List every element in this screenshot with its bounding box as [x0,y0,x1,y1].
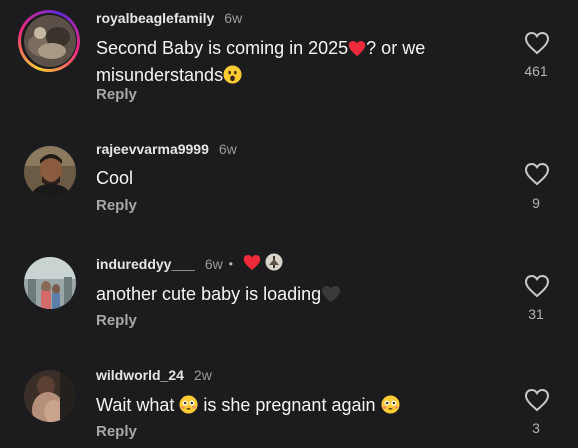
comment-text: Second Baby is coming in 2025? or we mis… [96,36,506,90]
comment-text: Wait what is she pregnant again [96,393,506,420]
reply-button[interactable]: Reply [96,197,137,214]
reply-button[interactable]: Reply [96,423,137,440]
comment-username[interactable]: rajeevvarma9999 [96,141,209,157]
comment-time: 6w [218,141,237,157]
avatar[interactable] [24,257,76,309]
like-count: 461 [524,63,548,79]
reply-button[interactable]: Reply [96,312,137,329]
comment-username[interactable]: indureddyy___ [96,256,195,272]
comment-text: Cool [96,168,134,188]
heart-outline-icon[interactable] [524,274,550,298]
heart-outline-icon[interactable] [524,162,550,186]
flushed-face-emoji [380,395,400,420]
comment-username[interactable]: wildworld_24 [96,367,184,383]
flushed-face-emoji [179,395,198,420]
comment-time: 6w [224,10,243,26]
like-count: 3 [532,420,540,436]
comment-username[interactable]: royalbeaglefamily [96,10,214,26]
avatar[interactable] [24,146,76,198]
surprised-face-emoji [223,65,242,90]
separator-dot: • [228,256,233,271]
comment-text: another cute baby is loading [96,282,506,309]
like-count: 9 [532,195,540,211]
like-count: 31 [528,306,544,322]
heart-outline-icon[interactable] [524,388,550,412]
reply-button[interactable]: Reply [96,86,137,103]
avatar[interactable] [24,370,76,422]
comment-time: 6w [204,255,223,272]
comment-time: 2w [193,367,212,383]
creator-avatar-icon [265,253,283,274]
heart-outline-icon[interactable] [524,31,550,55]
creator-liked-heart-icon [243,254,261,274]
red-heart-emoji [348,39,366,63]
black-heart-emoji [321,285,341,309]
avatar[interactable] [24,15,76,67]
